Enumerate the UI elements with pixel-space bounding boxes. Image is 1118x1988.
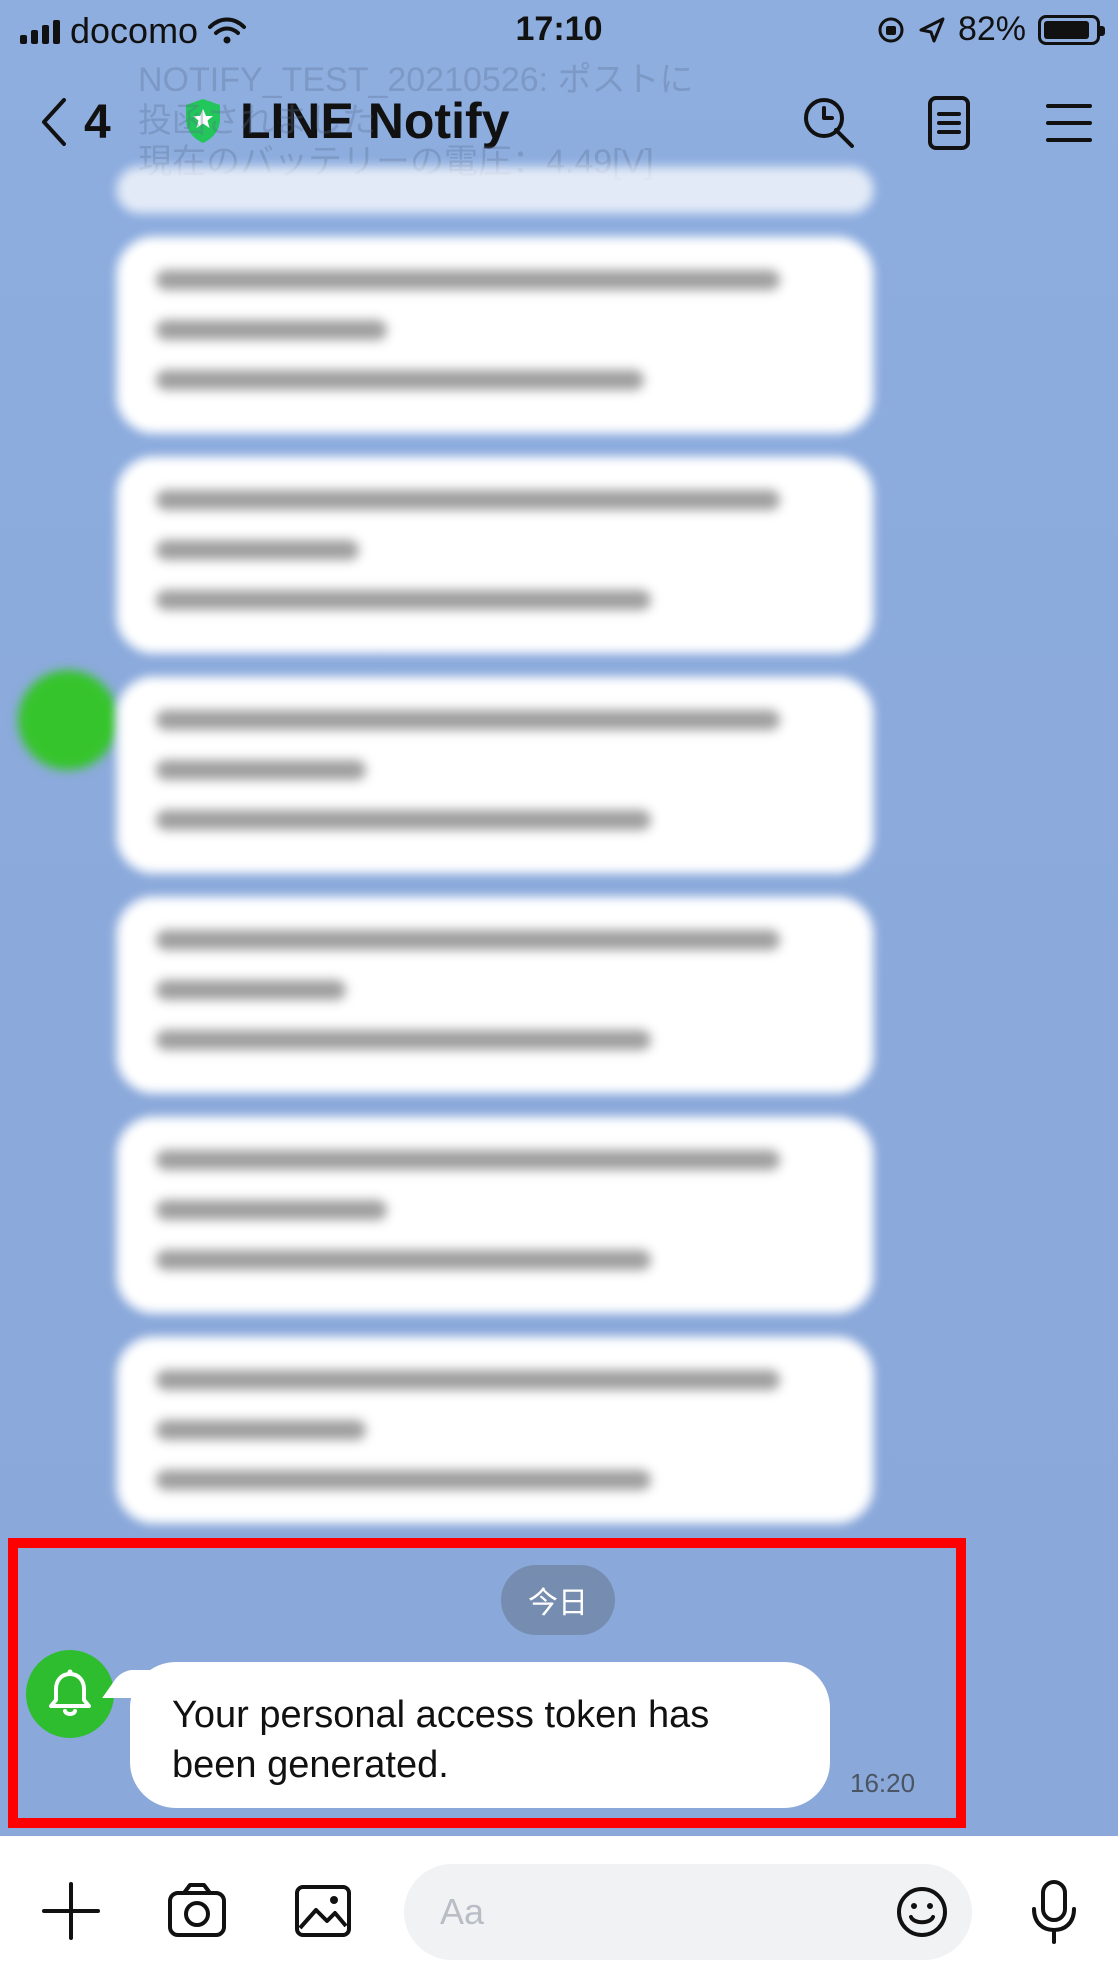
- line-notify-avatar[interactable]: [26, 1650, 114, 1738]
- blurred-message-4: [120, 680, 870, 870]
- battery-icon: [1038, 14, 1105, 45]
- search-icon[interactable]: [798, 92, 860, 154]
- message-time: 16:20: [850, 1768, 916, 1798]
- message-bubble: Your personal access token has been gene…: [130, 1662, 830, 1808]
- blurred-message-1: [120, 170, 870, 210]
- chat-title: LINE Notify: [182, 92, 509, 150]
- emoji-icon[interactable]: [890, 1880, 954, 1944]
- location-icon: [919, 17, 945, 42]
- header-actions: [798, 92, 1100, 154]
- camera-icon[interactable]: [162, 1876, 232, 1946]
- chat-title-label: LINE Notify: [240, 93, 510, 149]
- shield-icon: [186, 99, 220, 143]
- back-count: 4: [84, 95, 111, 149]
- back-chevron-icon: [42, 98, 66, 146]
- image-icon[interactable]: [288, 1876, 358, 1946]
- blurred-message-7: [120, 1340, 870, 1520]
- battery-percent: 82%: [957, 10, 1026, 48]
- line-chat-screen: docomo 17:10 82% 4 LINE Notify NOTIFY_TE…: [0, 0, 1118, 1988]
- blurred-message-5: [120, 900, 870, 1090]
- message-input-placeholder: Aa: [440, 1891, 485, 1932]
- status-right: 82%: [876, 10, 1105, 49]
- menu-icon[interactable]: [1038, 92, 1100, 154]
- date-divider: 今日: [501, 1565, 615, 1635]
- blurred-message-3: [120, 460, 870, 650]
- status-bar: docomo 17:10 82%: [0, 0, 1118, 62]
- message-text: Your personal access token has been gene…: [172, 1694, 710, 1786]
- message-input[interactable]: Aa: [404, 1864, 972, 1960]
- blurred-message-6: [120, 1120, 870, 1310]
- blurred-message-2: [120, 240, 870, 430]
- blurred-avatar: [18, 670, 118, 770]
- input-actions: [36, 1876, 358, 1946]
- notes-icon[interactable]: [918, 92, 980, 154]
- blurred-messages: [120, 170, 880, 1520]
- plus-icon[interactable]: [36, 1876, 106, 1946]
- orientation-lock-icon: [878, 17, 904, 42]
- input-bar: Aa: [0, 1836, 1118, 1988]
- back-button[interactable]: 4: [36, 94, 111, 150]
- microphone-icon[interactable]: [1024, 1876, 1084, 1946]
- bell-icon: [49, 1669, 91, 1716]
